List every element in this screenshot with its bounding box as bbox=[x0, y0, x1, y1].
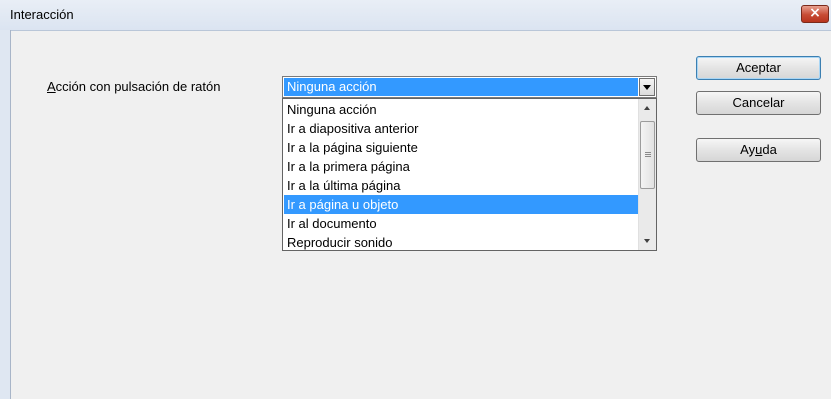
mouse-click-action-label: Acción con pulsación de ratón bbox=[47, 79, 221, 94]
option-first-page[interactable]: Ir a la primera página bbox=[284, 157, 638, 176]
action-dropdown-list[interactable]: Ninguna acción Ir a diapositiva anterior… bbox=[282, 98, 657, 251]
scroll-down-arrow-icon[interactable] bbox=[639, 233, 656, 250]
help-button[interactable]: Ayuda bbox=[696, 138, 821, 162]
mouse-click-action-select[interactable]: Ninguna acción bbox=[282, 76, 657, 98]
close-icon: × bbox=[809, 5, 821, 21]
chevron-down-icon[interactable] bbox=[639, 78, 655, 96]
option-last-page[interactable]: Ir a la última página bbox=[284, 176, 638, 195]
dialog-title: Interacción bbox=[10, 7, 74, 22]
close-button[interactable]: × bbox=[801, 5, 829, 23]
interaction-dialog: Interacción × Acción con pulsación de ra… bbox=[0, 0, 831, 399]
option-previous-slide[interactable]: Ir a diapositiva anterior bbox=[284, 119, 638, 138]
ok-button[interactable]: Aceptar bbox=[696, 56, 821, 80]
cancel-button[interactable]: Cancelar bbox=[696, 91, 821, 115]
selected-action-value: Ninguna acción bbox=[284, 78, 638, 96]
option-page-or-object[interactable]: Ir a página u objeto bbox=[284, 195, 638, 214]
window-frame-left bbox=[0, 30, 11, 399]
option-no-action[interactable]: Ninguna acción bbox=[284, 100, 638, 119]
scroll-thumb[interactable] bbox=[640, 121, 655, 189]
option-next-page[interactable]: Ir a la página siguiente bbox=[284, 138, 638, 157]
option-document[interactable]: Ir al documento bbox=[284, 214, 638, 233]
title-bar: Interacción × bbox=[0, 0, 831, 31]
dropdown-scrollbar[interactable] bbox=[638, 99, 656, 250]
option-play-sound[interactable]: Reproducir sonido bbox=[284, 233, 638, 252]
scroll-up-arrow-icon[interactable] bbox=[639, 99, 656, 116]
